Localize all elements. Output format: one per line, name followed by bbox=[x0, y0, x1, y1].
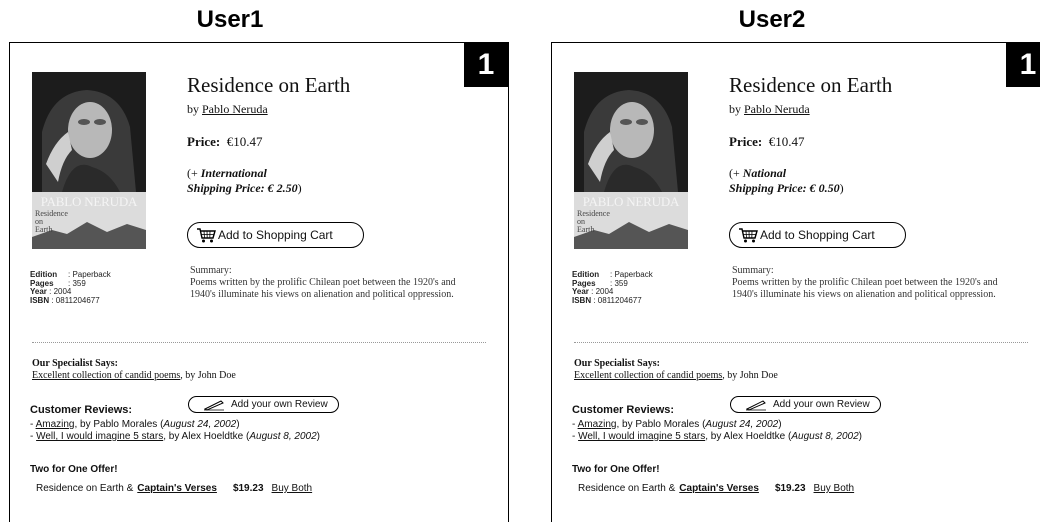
panel-number-badge: 1 bbox=[1006, 43, 1040, 87]
price-value: €10.47 bbox=[226, 134, 263, 149]
cover-title-text: Residence on Earth bbox=[35, 209, 68, 234]
buy-both-link[interactable]: Buy Both bbox=[272, 483, 313, 494]
product-panel-user-2: 1 PABLO NERUDA Residence on Earth Editio… bbox=[551, 42, 1040, 522]
specialist-review: Our Specialist Says: Excellent collectio… bbox=[32, 358, 236, 381]
list-item: - Well, I would imagine 5 stars, by Alex… bbox=[572, 431, 862, 442]
author-link[interactable]: Pablo Neruda bbox=[744, 102, 810, 116]
book-details: Edition: Paperback Pages: 359 Year : 200… bbox=[572, 270, 653, 305]
book-cover-image[interactable]: PABLO NERUDA Residence on Earth bbox=[32, 72, 146, 249]
specialist-review-link[interactable]: Excellent collection of candid poems bbox=[574, 370, 722, 381]
pen-icon bbox=[203, 399, 224, 411]
book-cover-image[interactable]: PABLO NERUDA Residence on Earth bbox=[574, 72, 688, 249]
list-item: - Amazing, by Pablo Morales (August 24, … bbox=[572, 419, 782, 430]
offer-price: $19.23 bbox=[774, 483, 806, 494]
customer-reviews-heading: Customer Reviews: bbox=[30, 404, 133, 416]
shopping-cart-icon bbox=[739, 228, 758, 243]
two-for-one-heading: Two for One Offer! bbox=[30, 464, 118, 475]
book-byline: by Pablo Neruda bbox=[187, 102, 268, 116]
price: Price: €10.47 bbox=[187, 134, 263, 149]
review-link[interactable]: Well, I would imagine 5 stars bbox=[36, 431, 163, 442]
two-for-one-heading: Two for One Offer! bbox=[572, 464, 660, 475]
cover-author-text: PABLO NERUDA bbox=[40, 194, 138, 209]
user-2-title: User2 bbox=[738, 6, 806, 33]
review-link[interactable]: Well, I would imagine 5 stars bbox=[578, 431, 705, 442]
book-details: Edition: Paperback Pages: 359 Year : 200… bbox=[30, 270, 111, 305]
book-byline: by Pablo Neruda bbox=[729, 102, 810, 116]
section-divider bbox=[574, 342, 1028, 343]
two-for-one-offer: Residence on Earth & Captain's Verses $1… bbox=[36, 483, 313, 494]
panel-number-badge: 1 bbox=[464, 43, 508, 87]
shipping-price: (+ National Shipping Price: € 0.50) bbox=[729, 166, 844, 195]
user-1-title: User1 bbox=[196, 6, 264, 33]
book-summary: Summary: Poems written by the prolific C… bbox=[190, 265, 456, 300]
add-to-cart-button[interactable]: Add to Shopping Cart bbox=[187, 222, 364, 248]
author-link[interactable]: Pablo Neruda bbox=[202, 102, 268, 116]
add-to-cart-button[interactable]: Add to Shopping Cart bbox=[729, 222, 906, 248]
captains-verses-link[interactable]: Captain's Verses bbox=[679, 483, 759, 494]
review-link[interactable]: Amazing bbox=[578, 419, 617, 430]
book-title: Residence on Earth bbox=[729, 73, 893, 97]
cover-title-text: Residence on Earth bbox=[577, 209, 610, 234]
add-review-button[interactable]: Add your own Review bbox=[188, 396, 339, 413]
captains-verses-link[interactable]: Captain's Verses bbox=[137, 483, 217, 494]
shipping-price: (+ International Shipping Price: € 2.50) bbox=[187, 166, 302, 195]
offer-price: $19.23 bbox=[232, 483, 264, 494]
customer-review-list: - Amazing, by Pablo Morales (August 24, … bbox=[30, 419, 320, 443]
list-item: - Amazing, by Pablo Morales (August 24, … bbox=[30, 419, 240, 430]
product-panel-user-1: 1 PABLO NERUDA Residence on Earth Editio… bbox=[9, 42, 509, 522]
list-item: - Well, I would imagine 5 stars, by Alex… bbox=[30, 431, 320, 442]
book-summary: Summary: Poems written by the prolific C… bbox=[732, 265, 998, 300]
pen-icon bbox=[745, 399, 766, 411]
specialist-review: Our Specialist Says: Excellent collectio… bbox=[574, 358, 778, 381]
buy-both-link[interactable]: Buy Both bbox=[814, 483, 855, 494]
customer-reviews-heading: Customer Reviews: bbox=[572, 404, 675, 416]
section-divider bbox=[32, 342, 486, 343]
add-review-button[interactable]: Add your own Review bbox=[730, 396, 881, 413]
review-link[interactable]: Amazing bbox=[36, 419, 75, 430]
price-value: €10.47 bbox=[768, 134, 805, 149]
book-title: Residence on Earth bbox=[187, 73, 351, 97]
shopping-cart-icon bbox=[197, 228, 216, 243]
price: Price: €10.47 bbox=[729, 134, 805, 149]
specialist-review-link[interactable]: Excellent collection of candid poems bbox=[32, 370, 180, 381]
customer-review-list: - Amazing, by Pablo Morales (August 24, … bbox=[572, 419, 862, 443]
two-for-one-offer: Residence on Earth & Captain's Verses $1… bbox=[578, 483, 855, 494]
cover-author-text: PABLO NERUDA bbox=[582, 194, 680, 209]
